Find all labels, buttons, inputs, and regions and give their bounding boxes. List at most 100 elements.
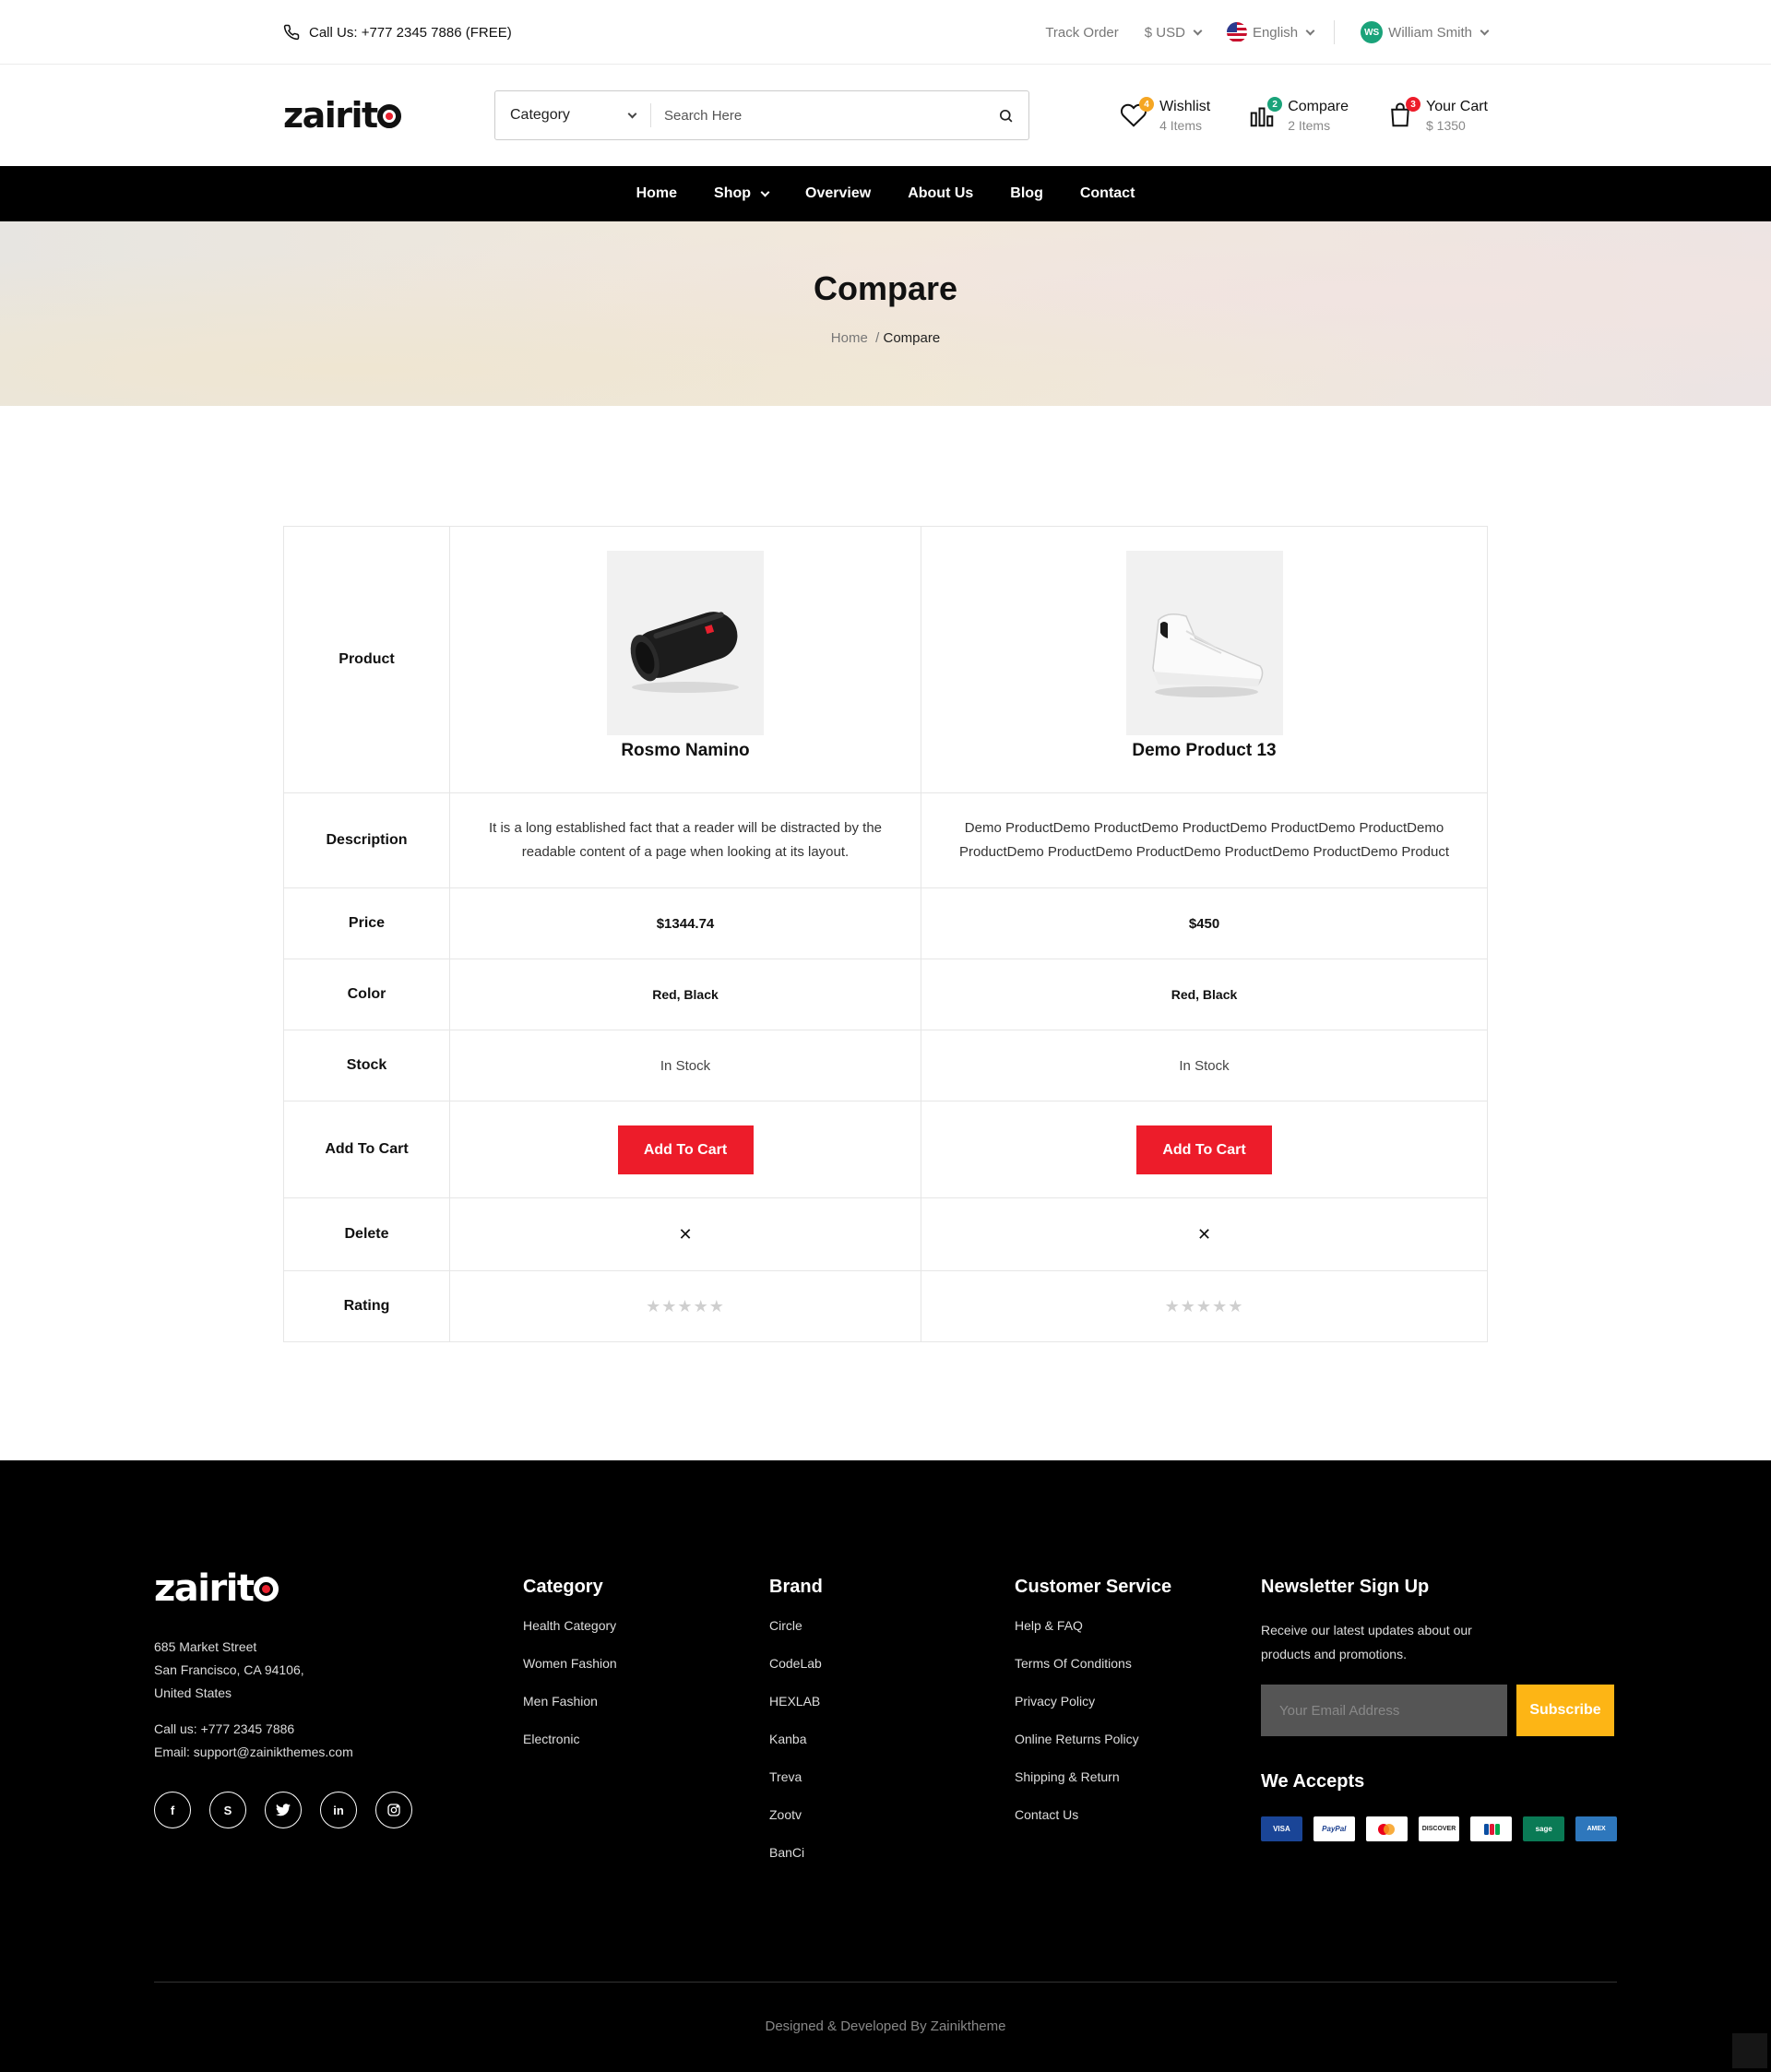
footer-link[interactable]: BanCi — [769, 1843, 823, 1881]
footer-link[interactable]: Terms Of Conditions — [1015, 1654, 1171, 1692]
row-label-stock: Stock — [283, 1030, 450, 1101]
table-row: Rating ★★★★★ ★★★★★ — [283, 1270, 1488, 1342]
footer-link[interactable]: Circle — [769, 1616, 823, 1654]
product-price: $1344.74 — [656, 915, 715, 932]
language-select[interactable]: English — [1226, 22, 1315, 42]
footer-email[interactable]: Email: support@zainikthemes.com — [154, 1741, 477, 1764]
top-bar: Call Us: +777 2345 7886 (FREE) Track Ord… — [0, 0, 1771, 65]
scroll-to-top-button[interactable] — [1732, 2033, 1767, 2068]
nav-contact[interactable]: Contact — [1080, 185, 1135, 202]
table-row: Description It is a long established fac… — [283, 792, 1488, 888]
call-number[interactable]: +777 2345 7886 (FREE) — [362, 25, 512, 41]
nav-overview[interactable]: Overview — [805, 185, 871, 202]
product-stock: In Stock — [660, 1057, 711, 1074]
footer-link[interactable]: Kanba — [769, 1730, 823, 1768]
track-order-link[interactable]: Track Order — [1045, 25, 1118, 41]
breadcrumb: Home / Compare — [0, 330, 1771, 346]
footer-link[interactable]: Privacy Policy — [1015, 1692, 1171, 1730]
footer-link[interactable]: Online Returns Policy — [1015, 1730, 1171, 1768]
nav-home[interactable]: Home — [636, 185, 677, 202]
star-rating: ★★★★★ — [1164, 1296, 1244, 1316]
wishlist-sub: 4 Items — [1159, 117, 1202, 133]
footer-link[interactable]: Electronic — [523, 1730, 617, 1768]
product-name[interactable]: Demo Product 13 — [921, 741, 1487, 761]
product-image-sneaker[interactable] — [1125, 551, 1283, 735]
product-description: It is a long established fact that a rea… — [488, 820, 883, 860]
chevron-down-icon — [1305, 26, 1315, 35]
cart-count-badge: 3 — [1406, 97, 1420, 112]
language-value: English — [1252, 24, 1299, 41]
email-field[interactable]: Your Email Address — [1261, 1685, 1507, 1736]
nav-about-us[interactable]: About Us — [908, 185, 973, 202]
footer-link[interactable]: CodeLab — [769, 1654, 823, 1692]
site-header: zairit Category Search Here 4 Wishlist 4 … — [0, 65, 1771, 166]
linkedin-icon[interactable]: in — [320, 1792, 357, 1828]
product-image-speaker[interactable] — [607, 551, 764, 735]
delete-icon[interactable]: ✕ — [1197, 1225, 1211, 1244]
nav-blog[interactable]: Blog — [1010, 185, 1043, 202]
footer-category-col: Category Health Category Women Fashion M… — [523, 1567, 617, 1768]
footer-heading: Brand — [769, 1577, 823, 1597]
footer-link[interactable]: Health Category — [523, 1616, 617, 1654]
call-label: Call Us: — [309, 24, 358, 41]
currency-value: $ USD — [1144, 24, 1185, 41]
search-input[interactable]: Search Here — [651, 108, 982, 124]
delete-icon[interactable]: ✕ — [678, 1225, 692, 1244]
currency-select[interactable]: $ USD — [1144, 24, 1203, 41]
facebook-icon[interactable]: f — [154, 1792, 191, 1828]
search-bar: Category Search Here — [494, 90, 1029, 140]
footer-link[interactable]: Help & FAQ — [1015, 1616, 1171, 1654]
footer-heading: Newsletter Sign Up — [1261, 1577, 1430, 1597]
sage-icon: sage — [1523, 1816, 1565, 1841]
twitter-icon[interactable] — [265, 1792, 302, 1828]
sneaker-image — [1151, 613, 1263, 697]
footer-brand-col: Brand Circle CodeLab HEXLAB Kanba Treva … — [769, 1567, 823, 1881]
compare-link[interactable]: 2 Compare 2 Items — [1245, 97, 1349, 133]
compare-label: Compare — [1288, 98, 1349, 114]
skype-icon[interactable]: S — [209, 1792, 246, 1828]
subscribe-button[interactable]: Subscribe — [1516, 1685, 1614, 1736]
logo-o-mark — [253, 1577, 279, 1602]
footer-logo[interactable]: zairit — [154, 1567, 477, 1610]
site-logo[interactable]: zairit — [283, 95, 494, 136]
footer-link[interactable]: HEXLAB — [769, 1692, 823, 1730]
category-select[interactable]: Category — [495, 107, 650, 124]
call-info: Call Us: +777 2345 7886 (FREE) — [283, 24, 512, 41]
site-footer: zairit 685 Market Street San Francisco, … — [0, 1460, 1771, 2072]
footer-link[interactable]: Zootv — [769, 1805, 823, 1843]
cart-total: $ 1350 — [1426, 117, 1466, 133]
breadcrumb-current: Compare — [883, 330, 941, 346]
row-label-description: Description — [283, 792, 450, 888]
breadcrumb-home[interactable]: Home — [831, 330, 868, 346]
user-menu[interactable]: WS William Smith — [1361, 21, 1490, 43]
main-nav: Home Shop Overview About Us Blog Contact — [0, 166, 1771, 221]
row-label-delete: Delete — [283, 1197, 450, 1271]
footer-link[interactable]: Shipping & Return — [1015, 1768, 1171, 1805]
nav-shop[interactable]: Shop — [714, 185, 770, 202]
phone-icon — [283, 24, 300, 41]
cart-link[interactable]: 3 Your Cart $ 1350 — [1384, 97, 1488, 133]
us-flag-icon — [1226, 22, 1247, 42]
discover-icon: DISCOVER — [1418, 1816, 1460, 1841]
cart-label: Your Cart — [1426, 98, 1488, 114]
table-row: Stock In Stock In Stock — [283, 1030, 1488, 1101]
footer-link[interactable]: Men Fashion — [523, 1692, 617, 1730]
footer-phone[interactable]: Call us: +777 2345 7886 — [154, 1718, 477, 1741]
instagram-icon[interactable] — [375, 1792, 412, 1828]
search-button[interactable] — [982, 108, 1028, 124]
divider — [1334, 20, 1336, 44]
wishlist-link[interactable]: 4 Wishlist 4 Items — [1117, 97, 1210, 133]
add-to-cart-button[interactable]: Add To Cart — [1136, 1125, 1272, 1174]
footer-link[interactable]: Treva — [769, 1768, 823, 1805]
compare-count-badge: 2 — [1267, 97, 1283, 112]
avatar: WS — [1361, 21, 1384, 43]
address-line: United States — [154, 1685, 232, 1700]
product-name[interactable]: Rosmo Namino — [450, 741, 921, 761]
row-label-product: Product — [283, 526, 450, 793]
paypal-icon: PayPal — [1313, 1816, 1355, 1841]
breadcrumb-separator: / — [875, 330, 880, 346]
footer-link[interactable]: Women Fashion — [523, 1654, 617, 1692]
add-to-cart-button[interactable]: Add To Cart — [617, 1125, 754, 1174]
footer-link[interactable]: Contact Us — [1015, 1805, 1171, 1843]
newsletter-text: Receive our latest updates about our pro… — [1261, 1623, 1472, 1661]
